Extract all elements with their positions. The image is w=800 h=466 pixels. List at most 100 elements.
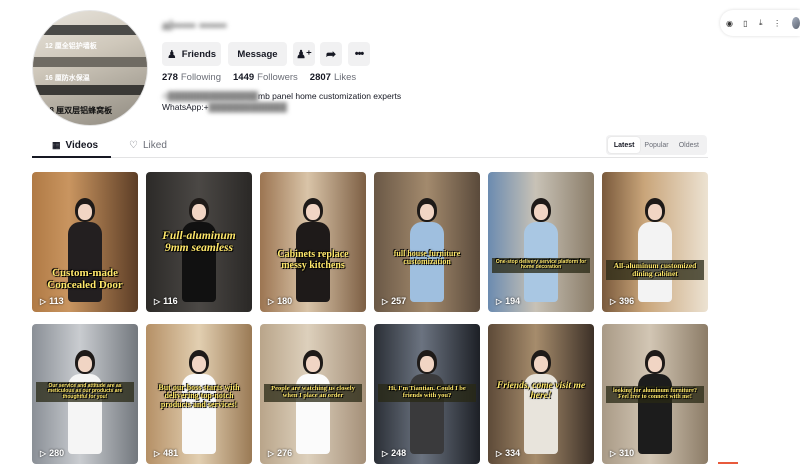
video-card[interactable]: One-stop delivery service platform for h…: [488, 172, 594, 312]
play-icon: ▷: [610, 296, 617, 306]
likes-count: 2807: [309, 72, 331, 83]
video-presenter: [522, 198, 560, 312]
profile-username: al••••• ••••••: [162, 18, 227, 33]
likes-label: Likes: [333, 72, 357, 83]
active-tab-indicator: [32, 156, 111, 158]
play-icon: ▷: [496, 448, 503, 458]
sort-latest[interactable]: Latest: [608, 137, 641, 153]
sort-oldest[interactable]: Oldest: [673, 137, 705, 153]
video-play-count: ▷ 310: [610, 448, 634, 458]
video-play-count: ▷ 334: [496, 448, 520, 458]
play-count-value: 194: [505, 296, 521, 306]
tab-videos-label: Videos: [65, 140, 99, 151]
following-stat[interactable]: 278 Following: [162, 72, 221, 83]
avatar-stripe: [33, 25, 147, 35]
profile-stats: 278 Following 1449 Followers 2807 Likes: [162, 72, 356, 83]
video-card[interactable]: Hi, I'm Tiantian. Could I be friends wit…: [374, 324, 480, 464]
video-play-count: ▷ 481: [154, 448, 178, 458]
video-play-count: ▷ 116: [154, 296, 178, 306]
play-icon: ▷: [268, 448, 275, 458]
video-caption: All-aluminum customized dining cabinet: [606, 260, 704, 280]
friends-button[interactable]: ♟ Friends: [162, 42, 221, 66]
play-count-value: 310: [619, 448, 635, 458]
tab-liked[interactable]: ♡ Liked: [129, 140, 167, 151]
message-button[interactable]: Message: [228, 42, 287, 66]
video-caption: Cabinets replace messy kitchens: [277, 249, 349, 271]
play-count-value: 180: [277, 296, 293, 306]
bio-line-1: A███████████████mb panel home customizat…: [162, 91, 401, 102]
video-caption: Hi, I'm Tiantian. Could I be friends wit…: [378, 384, 476, 402]
avatar-text: 16 厘防水保温: [45, 75, 90, 82]
video-presenter: [408, 350, 446, 464]
video-card[interactable]: Full-aluminum 9mm seamless ▷ 116: [146, 172, 252, 312]
video-card[interactable]: But our boss starts with delivering top-…: [146, 324, 252, 464]
suggested-accounts-button[interactable]: ♟⁺: [293, 42, 315, 66]
play-count-value: 113: [49, 296, 64, 306]
followers-stat[interactable]: 1449 Followers: [233, 72, 298, 83]
video-presenter: [636, 198, 674, 312]
play-count-value: 481: [163, 448, 179, 458]
play-count-value: 280: [49, 448, 65, 458]
video-play-count: ▷ 257: [382, 296, 406, 306]
play-icon: ▷: [382, 448, 389, 458]
play-icon: ▷: [154, 296, 161, 306]
video-caption: One-stop delivery service platform for h…: [492, 258, 590, 273]
video-presenter: [66, 198, 104, 312]
video-caption: But our boss starts with delivering top-…: [158, 383, 240, 409]
video-card[interactable]: full house furniture customization ▷ 257: [374, 172, 480, 312]
play-count-value: 257: [391, 296, 407, 306]
play-count-value: 276: [277, 448, 293, 458]
phone-icon[interactable]: ▯: [742, 19, 749, 28]
video-card[interactable]: Cabinets replace messy kitchens ▷ 180: [260, 172, 366, 312]
tab-liked-label: Liked: [142, 140, 167, 151]
video-presenter: [66, 350, 104, 464]
video-card[interactable]: Friends, come visit me here! ▷ 334: [488, 324, 594, 464]
user-avatar[interactable]: [792, 17, 800, 29]
profile-avatar[interactable]: 12 厘全铝护墙板 16 厘防水保温 18 厘双层铝蜂窝板: [32, 10, 148, 126]
video-caption: Full-aluminum 9mm seamless: [162, 230, 236, 255]
play-icon: ▷: [268, 296, 275, 306]
more-icon: •••: [354, 48, 365, 60]
message-button-label: Message: [237, 48, 278, 60]
share-icon: ➦: [325, 47, 337, 61]
play-count-value: 248: [391, 448, 407, 458]
tab-videos[interactable]: ▦ Videos: [52, 140, 98, 151]
play-icon: ▷: [40, 448, 47, 458]
video-caption: Custom-made Concealed Door: [47, 267, 123, 291]
video-caption: People are watching us closely when I pl…: [264, 384, 362, 402]
following-count: 278: [162, 72, 178, 83]
user-check-icon: ♟: [166, 48, 177, 61]
video-presenter: [294, 350, 332, 464]
video-card[interactable]: Our service and attitude are as meticulo…: [32, 324, 138, 464]
followers-label: Followers: [257, 72, 298, 83]
scroll-indicator: [718, 462, 738, 464]
video-card[interactable]: looking for aluminum furniture? Feel fre…: [602, 324, 708, 464]
grid-icon: ▦: [52, 140, 61, 150]
play-count-value: 116: [163, 296, 178, 306]
followers-count: 1449: [233, 72, 255, 83]
video-play-count: ▷ 276: [268, 448, 292, 458]
more-vertical-icon[interactable]: ⋮: [773, 19, 781, 28]
play-icon: ▷: [382, 296, 389, 306]
following-label: Following: [180, 72, 221, 83]
video-play-count: ▷ 180: [268, 296, 292, 306]
coin-icon[interactable]: ◉: [726, 19, 733, 28]
more-options-button[interactable]: •••: [348, 42, 370, 66]
video-presenter: [180, 198, 218, 312]
video-card[interactable]: All-aluminum customized dining cabinet ▷…: [602, 172, 708, 312]
play-icon: ▷: [40, 296, 47, 306]
add-user-icon: ♟⁺: [296, 48, 312, 61]
video-card[interactable]: Custom-made Concealed Door ▷ 113: [32, 172, 138, 312]
video-caption: looking for aluminum furniture? Feel fre…: [606, 386, 704, 403]
download-icon[interactable]: ⤓: [758, 18, 765, 28]
sort-popular[interactable]: Popular: [640, 137, 672, 153]
play-count-value: 396: [619, 296, 635, 306]
play-icon: ▷: [154, 448, 161, 458]
video-card[interactable]: People are watching us closely when I pl…: [260, 324, 366, 464]
share-button[interactable]: ➦: [320, 42, 342, 66]
heart-icon: ♡: [129, 140, 138, 151]
video-play-count: ▷ 396: [610, 296, 634, 306]
video-caption: full house furniture customization: [393, 249, 461, 267]
top-right-toolbar: ◉ ▯ ⤓ ⋮: [720, 10, 800, 36]
video-play-count: ▷ 248: [382, 448, 406, 458]
